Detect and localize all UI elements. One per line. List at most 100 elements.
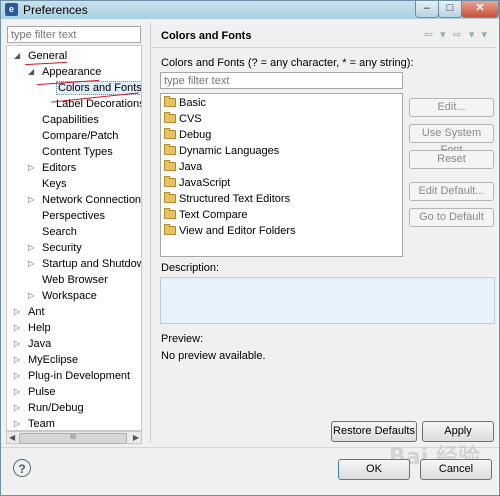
font-category-item[interactable]: View and Editor Folders bbox=[164, 223, 296, 239]
tree-item[interactable]: Capabilities bbox=[29, 112, 99, 128]
preview-label: Preview: bbox=[161, 333, 204, 345]
tree-item[interactable]: ▷ Run/Debug bbox=[14, 400, 84, 416]
font-category-item[interactable]: Text Compare bbox=[164, 207, 248, 223]
tree-item[interactable]: Search bbox=[29, 224, 77, 240]
collapsed-arrow-icon[interactable]: ▷ bbox=[28, 288, 36, 304]
reset-button[interactable]: Reset bbox=[409, 150, 494, 169]
tree-item[interactable]: ▷ Security bbox=[28, 240, 82, 256]
expanded-arrow-icon[interactable]: ◢ bbox=[14, 48, 22, 64]
tree-item-label: Run/Debug bbox=[28, 402, 84, 414]
collapsed-arrow-icon[interactable]: ▷ bbox=[14, 384, 22, 400]
collapsed-arrow-icon[interactable]: ▷ bbox=[14, 304, 22, 320]
collapsed-arrow-icon[interactable]: ▷ bbox=[28, 256, 36, 272]
tree-filter-input[interactable] bbox=[7, 26, 141, 43]
tree-item[interactable]: Compare/Patch bbox=[29, 128, 118, 144]
tree-item-label: Ant bbox=[28, 306, 45, 318]
tree-item[interactable]: ▷ Pulse bbox=[14, 384, 56, 400]
font-category-item[interactable]: Java bbox=[164, 159, 203, 175]
font-category-item[interactable]: CVS bbox=[164, 111, 202, 127]
folder-icon bbox=[164, 112, 176, 123]
collapsed-arrow-icon[interactable]: ▷ bbox=[28, 192, 36, 208]
tree-item-label: Security bbox=[42, 242, 82, 254]
panel-divider[interactable] bbox=[150, 23, 151, 443]
scroll-left-arrow-icon[interactable]: ◀ bbox=[9, 433, 15, 442]
tree-item[interactable]: Web Browser bbox=[29, 272, 108, 288]
help-icon[interactable]: ? bbox=[13, 459, 31, 477]
font-category-label: Dynamic Languages bbox=[179, 145, 280, 157]
font-category-item[interactable]: Structured Text Editors bbox=[164, 191, 290, 207]
collapsed-arrow-icon[interactable]: ▷ bbox=[14, 400, 22, 416]
fonts-filter-input[interactable] bbox=[160, 72, 403, 89]
scroll-right-arrow-icon[interactable]: ▶ bbox=[133, 433, 139, 442]
collapsed-arrow-icon[interactable]: ▷ bbox=[28, 240, 36, 256]
tree-item-label: Network Connections bbox=[42, 194, 142, 206]
maximize-button[interactable]: □ bbox=[438, 1, 462, 18]
tree-item[interactable]: ▷ Network Connections bbox=[28, 192, 142, 208]
folder-icon bbox=[164, 208, 176, 219]
preference-tree: ◢ General ◢ Appearance Colors and Fonts Label… bbox=[6, 45, 142, 431]
folder-icon bbox=[164, 176, 176, 187]
tree-item[interactable]: Perspectives bbox=[29, 208, 105, 224]
page-title: Colors and Fonts bbox=[161, 30, 252, 42]
tree-item-label: Web Browser bbox=[42, 274, 108, 286]
preview-text: No preview available. bbox=[161, 350, 266, 362]
font-category-item[interactable]: Dynamic Languages bbox=[164, 143, 280, 159]
font-category-label: CVS bbox=[179, 113, 202, 125]
tree-item-label: Search bbox=[42, 226, 77, 238]
tree-item[interactable]: Keys bbox=[29, 176, 66, 192]
collapsed-arrow-icon[interactable]: ▷ bbox=[14, 368, 22, 384]
font-category-label: Text Compare bbox=[179, 209, 248, 221]
window-title: Preferences bbox=[23, 3, 88, 17]
folder-icon bbox=[164, 224, 176, 235]
tree-item-label: MyEclipse bbox=[28, 354, 79, 366]
tree-item[interactable]: ▷ Team bbox=[14, 416, 55, 430]
tree-item[interactable]: ▷ Editors bbox=[28, 160, 77, 176]
colors-fonts-tree: Basic CVS Debug Dynamic Languages Java JavaSc… bbox=[160, 93, 403, 257]
tree-item[interactable]: ◢ Appearance bbox=[28, 64, 102, 80]
tree-item-label: Perspectives bbox=[42, 210, 105, 222]
close-window-button[interactable]: ✕ bbox=[461, 1, 499, 18]
folder-icon bbox=[164, 192, 176, 203]
tree-item-label: Appearance bbox=[42, 66, 102, 78]
collapsed-arrow-icon[interactable]: ▷ bbox=[14, 352, 22, 368]
navigation-arrows-icon[interactable]: ⇦ ▾ ⇨ ▾ ▾ bbox=[424, 28, 489, 41]
tree-item[interactable]: Label Decorations bbox=[43, 96, 141, 112]
tree-item[interactable]: ▷ Startup and Shutdown bbox=[28, 256, 142, 272]
edit-button[interactable]: Edit... bbox=[409, 98, 494, 117]
tree-item[interactable]: Content Types bbox=[29, 144, 113, 160]
folder-icon bbox=[164, 144, 176, 155]
collapsed-arrow-icon[interactable]: ▷ bbox=[14, 320, 22, 336]
collapsed-arrow-icon[interactable]: ▷ bbox=[14, 336, 22, 352]
edit-default-button[interactable]: Edit Default... bbox=[409, 182, 494, 201]
tree-item-label: Compare/Patch bbox=[42, 130, 119, 142]
tree-item[interactable]: ▷ Plug-in Development bbox=[14, 368, 130, 384]
folder-icon bbox=[164, 128, 176, 139]
eclipse-logo-icon: e bbox=[5, 3, 18, 16]
font-category-label: View and Editor Folders bbox=[179, 225, 296, 237]
tree-item-label: Startup and Shutdown bbox=[42, 258, 142, 270]
use-system-font-button[interactable]: Use System Font bbox=[409, 124, 494, 156]
tree-item-label: Editors bbox=[42, 162, 77, 174]
cancel-button[interactable]: Cancel bbox=[420, 459, 492, 480]
tree-item[interactable]: ▷ Ant bbox=[14, 304, 45, 320]
tree-item[interactable]: ▷ MyEclipse bbox=[14, 352, 79, 368]
tree-item[interactable]: ▷ Workspace bbox=[28, 288, 97, 304]
font-category-label: Java bbox=[179, 161, 203, 173]
tree-item[interactable]: ▷ Help bbox=[14, 320, 51, 336]
scroll-thumb[interactable]: III bbox=[19, 433, 127, 444]
tree-item-label: Content Types bbox=[42, 146, 113, 158]
tree-item-label: Capabilities bbox=[42, 114, 99, 126]
font-category-item[interactable]: Debug bbox=[164, 127, 211, 143]
ok-button[interactable]: OK bbox=[338, 459, 410, 480]
collapsed-arrow-icon[interactable]: ▷ bbox=[14, 416, 22, 430]
minimize-button[interactable]: – bbox=[415, 1, 439, 18]
page-description: Colors and Fonts (? = any character, * =… bbox=[161, 57, 414, 69]
tree-item[interactable]: ▷ Java bbox=[14, 336, 51, 352]
font-category-item[interactable]: Basic bbox=[164, 95, 206, 111]
expanded-arrow-icon[interactable]: ◢ bbox=[28, 64, 36, 80]
collapsed-arrow-icon[interactable]: ▷ bbox=[28, 160, 36, 176]
go-to-default-button[interactable]: Go to Default bbox=[409, 208, 494, 227]
font-category-item[interactable]: JavaScript bbox=[164, 175, 231, 191]
tree-horizontal-scrollbar[interactable]: ◀ III ▶ bbox=[6, 431, 142, 444]
font-category-label: JavaScript bbox=[179, 177, 231, 189]
